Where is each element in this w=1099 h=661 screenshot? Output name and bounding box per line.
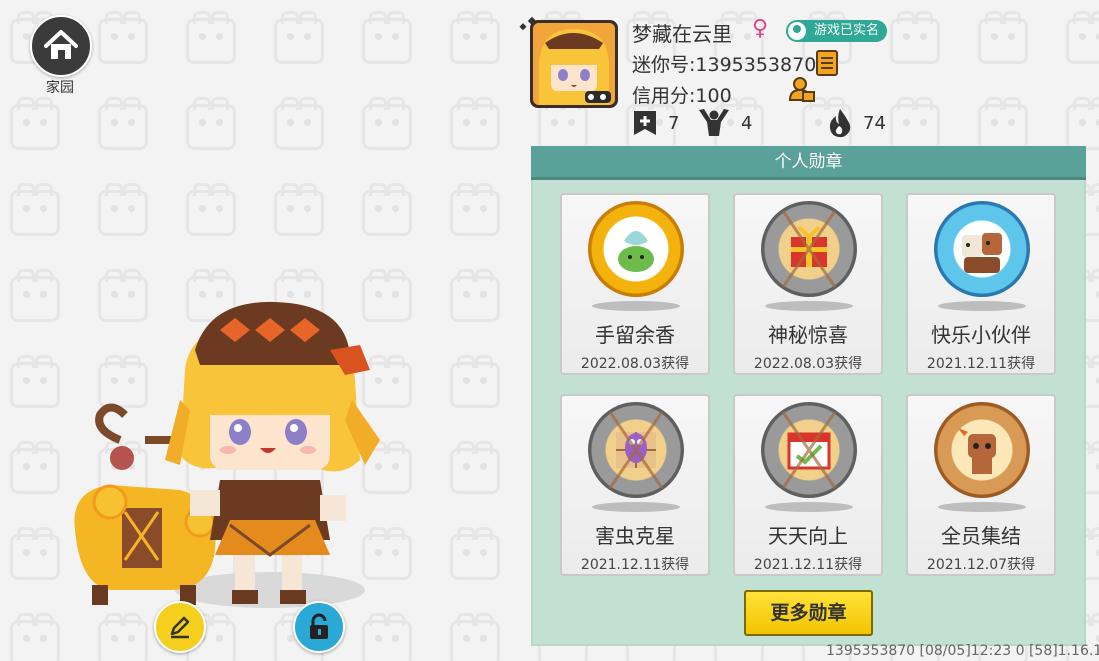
- medal-gift-icon: [761, 201, 857, 297]
- medals-panel-title: 个人勋章: [531, 146, 1086, 180]
- background-tile: [10, 355, 60, 408]
- background-tile: [98, 97, 148, 150]
- medal-name: 全员集结: [941, 524, 1021, 548]
- cheering-person-icon: [699, 109, 729, 136]
- medal-card[interactable]: 神秘惊喜 2022.08.03获得: [733, 193, 883, 375]
- medal-shadow: [592, 301, 680, 311]
- medal-card[interactable]: 全员集结 2021.12.07获得: [906, 394, 1056, 576]
- background-tile: [450, 355, 500, 408]
- medal-friends-icon: [934, 201, 1030, 297]
- medal-name: 天天向上: [768, 524, 848, 548]
- medal-name: 害虫克星: [595, 524, 675, 548]
- stat-flags: 7: [632, 108, 679, 138]
- background-tile: [978, 11, 1028, 64]
- background-tile: [1066, 97, 1099, 150]
- background-tile: [274, 97, 324, 150]
- background-tile: [10, 613, 60, 661]
- female-gender-icon: ♀: [752, 16, 769, 41]
- medal-bug-icon: [588, 402, 684, 498]
- background-tile: [10, 441, 60, 494]
- background-tile: [98, 613, 148, 661]
- mini-id: 迷你号:1395353870: [632, 54, 817, 76]
- background-tile: [450, 183, 500, 236]
- background-tile: [362, 11, 412, 64]
- realname-verified-badge: 游戏已实名: [786, 20, 888, 42]
- edit-button[interactable]: [154, 601, 206, 653]
- copy-id-icon[interactable]: [816, 50, 838, 76]
- background-tile: [450, 527, 500, 580]
- medal-fragrance-icon: [588, 201, 684, 297]
- medal-shadow: [592, 502, 680, 512]
- credit-score: 信用分:100: [632, 85, 732, 107]
- background-tile: [274, 11, 324, 64]
- medal-card[interactable]: 快乐小伙伴 2021.12.11获得: [906, 193, 1056, 375]
- background-tile: [450, 269, 500, 322]
- unlock-button[interactable]: [293, 601, 345, 653]
- medal-shadow: [765, 502, 853, 512]
- background-tile: [450, 613, 500, 661]
- background-tile: [10, 527, 60, 580]
- medal-name: 快乐小伙伴: [931, 323, 1031, 347]
- stat-flags-value: 7: [668, 112, 680, 134]
- stat-fans: 4: [697, 108, 752, 138]
- player-name: 梦藏在云里: [632, 22, 732, 46]
- background-tile: [450, 11, 500, 64]
- more-medals-button[interactable]: 更多勋章: [744, 590, 873, 636]
- version-footer: 1395353870 [08/05]12:23 0 [58]1.16.1: [826, 643, 1099, 659]
- flame-icon: [829, 109, 851, 138]
- character-avatar-model[interactable]: [60, 290, 400, 620]
- background-tile: [274, 183, 324, 236]
- profile-avatar[interactable]: [530, 20, 618, 108]
- profile-card-icon[interactable]: [789, 76, 815, 102]
- medal-name: 神秘惊喜: [768, 323, 848, 347]
- medal-shadow: [938, 502, 1026, 512]
- medal-assemble-icon: [934, 402, 1030, 498]
- background-tile: [362, 613, 412, 661]
- house-icon: [30, 15, 92, 77]
- home-label: 家园: [46, 80, 74, 96]
- background-tile: [10, 97, 60, 150]
- background-tile: [186, 183, 236, 236]
- realname-badge-label: 游戏已实名: [814, 23, 880, 38]
- medal-date: 2021.12.11获得: [580, 557, 690, 573]
- background-tile: [186, 97, 236, 150]
- medal-shadow: [938, 301, 1026, 311]
- background-tile: [1066, 11, 1099, 64]
- home-button[interactable]: 家园: [30, 15, 92, 96]
- stat-fans-value: 4: [741, 112, 753, 134]
- background-tile: [362, 97, 412, 150]
- background-tile: [450, 441, 500, 494]
- medal-date: 2022.08.03获得: [580, 356, 690, 372]
- background-tile: [362, 183, 412, 236]
- medal-date: 2022.08.03获得: [753, 356, 863, 372]
- medal-card[interactable]: 害虫克星 2021.12.11获得: [560, 394, 710, 576]
- flag-plus-icon: [634, 111, 656, 135]
- medal-date: 2021.12.11获得: [926, 356, 1036, 372]
- medal-card[interactable]: 天天向上 2021.12.11获得: [733, 394, 883, 576]
- medal-calendar-icon: [761, 402, 857, 498]
- stat-heat-value: 74: [863, 112, 886, 134]
- background-tile: [186, 11, 236, 64]
- background-tile: [890, 11, 940, 64]
- background-tile: [890, 97, 940, 150]
- background-tile: [10, 183, 60, 236]
- medal-name: 手留余香: [595, 323, 675, 347]
- unlock-icon: [310, 613, 328, 639]
- background-tile: [98, 11, 148, 64]
- background-tile: [450, 97, 500, 150]
- background-tile: [978, 97, 1028, 150]
- background-tile: [10, 269, 60, 322]
- medal-date: 2021.12.11获得: [753, 557, 863, 573]
- stat-heat: 74: [827, 108, 886, 138]
- medal-card[interactable]: 手留余香 2022.08.03获得: [560, 193, 710, 375]
- medal-date: 2021.12.07获得: [926, 557, 1036, 573]
- user-check-icon: [788, 22, 806, 40]
- background-tile: [538, 97, 588, 150]
- pencil-icon: [170, 616, 190, 639]
- medal-shadow: [765, 301, 853, 311]
- background-tile: [98, 183, 148, 236]
